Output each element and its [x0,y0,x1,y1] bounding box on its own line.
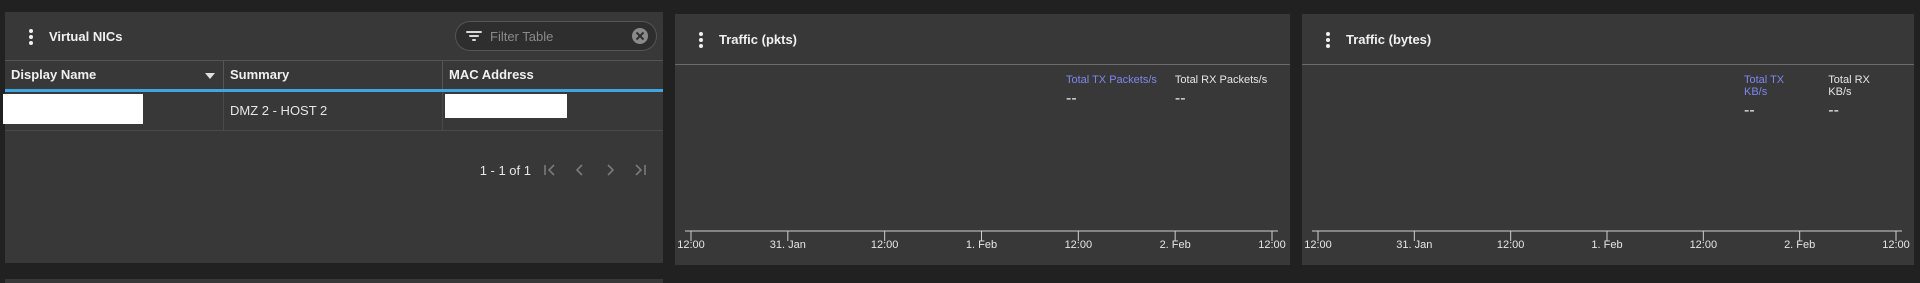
axis-tick-label: 2. Feb [1784,239,1815,251]
legend-value: -- [1174,90,1186,107]
more-options-icon[interactable] [1318,29,1338,49]
traffic-pkts-panel: Traffic (pkts) Total TX Packets/s -- Tot… [675,14,1290,265]
legend-label: Total TX Packets/s [1066,74,1157,86]
next-panel-edge [5,279,663,283]
axis-tick-label: 12:00 [1690,239,1718,251]
time-axis: 12:00 31. Jan 12:00 1. Feb 12:00 2. Feb 12:00 [1304,230,1910,251]
axis-tick-label: 1. Feb [966,239,997,251]
legend-value: -- [1828,102,1839,119]
more-options-icon[interactable] [691,29,711,49]
legend-item-tx[interactable]: Total TX Packets/s -- [1066,74,1157,108]
axis-tick-label: 12:00 [1304,239,1332,251]
table-row[interactable]: DMZ 2 - HOST 2 [3,92,663,131]
axis-tick-label: 2. Feb [1160,239,1191,251]
axis-tick-label: 31. Jan [1396,239,1432,251]
summary-value: DMZ 2 - HOST 2 [230,103,328,118]
cell-summary: DMZ 2 - HOST 2 [224,92,443,130]
traffic-bytes-header: Traffic (bytes) [1302,14,1914,65]
legend-item-rx[interactable]: Total RX KB/s -- [1828,74,1896,120]
filter-table-input[interactable] [488,27,632,45]
axis-tick-label: 12:00 [677,239,705,251]
axis-tick-label: 1. Feb [1591,239,1622,251]
legend-label: Total RX Packets/s [1174,74,1268,86]
cell-display-name[interactable] [3,92,224,130]
traffic-pkts-header: Traffic (pkts) [675,14,1290,65]
redacted-mac-address [445,94,567,118]
legend-label: Total RX KB/s [1828,74,1870,98]
filter-table-box[interactable] [455,21,657,51]
filter-icon [466,30,482,42]
chart-legend: Total TX Packets/s -- Total RX Packets/s… [1066,74,1285,108]
cell-mac-address [443,92,663,130]
previous-page-icon[interactable] [565,160,595,180]
redacted-display-name [3,94,143,124]
axis-tick-label: 31. Jan [770,239,806,251]
legend-label: Total TX KB/s [1744,74,1785,98]
chart-legend: Total TX KB/s -- Total RX KB/s -- [1744,74,1914,120]
more-options-icon[interactable] [21,26,41,46]
table-header: Display Name Summary MAC Address [5,60,663,92]
traffic-bytes-panel: Traffic (bytes) Total TX KB/s -- Total R… [1302,14,1914,265]
column-header-label: Summary [230,67,290,82]
column-header-mac-address[interactable]: MAC Address [443,61,663,89]
axis-tick-label: 12:00 [1258,239,1286,251]
next-page-icon[interactable] [595,160,625,180]
legend-value: -- [1066,90,1077,107]
panel-title: Virtual NICs [49,28,123,44]
legend-item-rx[interactable]: Total RX Packets/s -- [1175,74,1267,108]
axis-tick-label: 12:00 [1882,239,1910,251]
axis-tick-label: 12:00 [1065,239,1093,251]
column-header-summary[interactable]: Summary [224,61,443,89]
column-header-label: Display Name [11,67,97,82]
last-page-icon[interactable] [625,160,655,180]
legend-item-tx[interactable]: Total TX KB/s -- [1744,74,1810,120]
first-page-icon[interactable] [535,160,565,180]
pagination-range: 1 - 1 of 1 [479,162,531,178]
pagination: 1 - 1 of 1 [480,160,655,180]
panel-title: Traffic (pkts) [719,31,798,47]
axis-tick-label: 12:00 [871,239,899,251]
legend-value: -- [1744,102,1755,119]
time-axis: 12:00 31. Jan 12:00 1. Feb 12:00 2. Feb 12:00 [677,230,1286,251]
sort-descending-icon[interactable] [205,73,215,79]
column-header-display-name[interactable]: Display Name [5,61,224,89]
clear-filter-icon[interactable] [632,28,648,44]
panel-title: Traffic (bytes) [1346,31,1432,47]
virtual-nics-panel: Virtual NICs Display Name Summary MAC Ad… [3,12,663,263]
axis-tick-label: 12:00 [1497,239,1525,251]
column-header-label: MAC Address [449,67,534,82]
